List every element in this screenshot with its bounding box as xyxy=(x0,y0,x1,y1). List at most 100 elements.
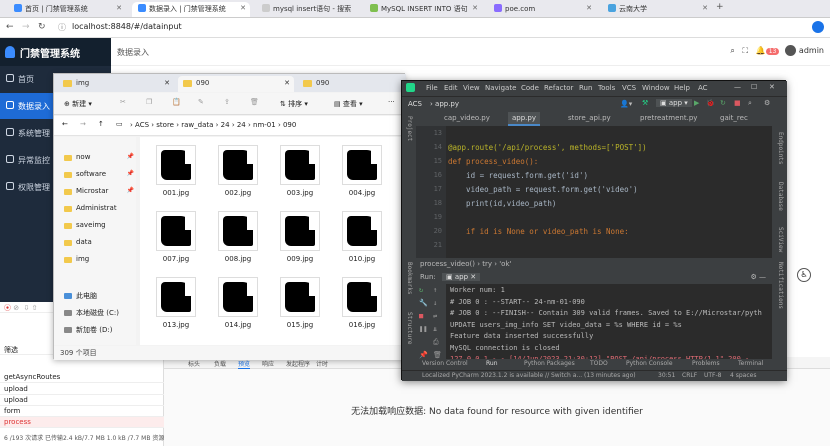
new-tab-button[interactable]: + xyxy=(716,2,724,12)
project-name[interactable]: ACS xyxy=(408,100,422,108)
browser-tab-home[interactable]: 首页 | 门禁管理系统 ✕ xyxy=(8,2,126,17)
forward-icon[interactable]: → xyxy=(80,120,86,128)
scroll-end-icon[interactable]: ⇊ xyxy=(433,325,437,333)
rerun-icon[interactable]: ↻ xyxy=(720,99,726,107)
close-icon[interactable]: ✕ xyxy=(769,83,775,91)
menu-file[interactable]: File xyxy=(426,84,438,92)
tab-initiator[interactable]: 发起程序 xyxy=(286,359,310,368)
run-tab-app[interactable]: ▣ app ✕ xyxy=(442,273,481,281)
table-row[interactable]: getAsyncRoutes xyxy=(0,372,164,383)
tree-item-saveimg[interactable]: saveimg xyxy=(60,219,136,235)
editor-tab-gait[interactable]: gait_rec xyxy=(716,112,752,126)
tab-preview[interactable]: 预览 xyxy=(238,359,251,369)
accessibility-icon[interactable]: ♿ xyxy=(797,268,811,282)
settings-icon[interactable]: ⚙ — xyxy=(750,273,766,281)
tree-item-drive-d[interactable]: 新加卷 (D:) xyxy=(60,323,136,339)
browser-tab-poe[interactable]: poe.com ✕ xyxy=(488,2,596,17)
file-thumbnail[interactable]: 013.jpg xyxy=(150,277,202,337)
stop-icon[interactable]: ■ xyxy=(419,312,423,320)
close-icon[interactable]: ✕ xyxy=(240,4,246,12)
new-button[interactable]: ⊕ 新建 ▾ xyxy=(64,99,92,109)
file-thumbnail[interactable]: 014.jpg xyxy=(212,277,264,337)
tool-run[interactable]: Run xyxy=(486,360,498,367)
search-icon[interactable]: ⌕ xyxy=(748,99,752,108)
search-icon[interactable]: ⌕ xyxy=(730,46,734,55)
profile-icon[interactable] xyxy=(812,21,824,33)
avatar[interactable] xyxy=(784,45,796,56)
explorer-tab-090-active[interactable]: 090 ✕ xyxy=(178,76,294,92)
tool-problems[interactable]: Problems xyxy=(692,360,720,367)
table-row[interactable]: form xyxy=(0,406,164,417)
tool-python-packages[interactable]: Python Packages xyxy=(524,360,575,367)
up-icon[interactable]: ↑ xyxy=(98,120,104,128)
file-thumbnail[interactable]: 015.jpg xyxy=(274,277,326,337)
run-config-select[interactable]: ▣ app ▾ xyxy=(656,99,692,107)
user-icon[interactable]: 👤▾ xyxy=(620,100,632,108)
copy-icon[interactable]: ❐ xyxy=(146,98,152,106)
file-thumbnail[interactable]: 002.jpg xyxy=(212,145,264,205)
pause-icon[interactable]: ❚❚ xyxy=(419,325,427,333)
wrench-icon[interactable]: 🔧 xyxy=(419,299,428,307)
tab-headers[interactable]: 标头 xyxy=(188,359,200,368)
minimize-icon[interactable]: — xyxy=(734,83,741,91)
editor-tab-cap-video[interactable]: cap_video.py xyxy=(440,112,494,126)
menu-run[interactable]: Run xyxy=(579,84,592,92)
tree-item-now[interactable]: now 📌 xyxy=(60,151,136,167)
tree-item-software[interactable]: software 📌 xyxy=(60,168,136,184)
tool-bookmarks[interactable]: Bookmarks xyxy=(406,262,413,295)
update-notification[interactable]: Localized PyCharm 2023.1.2 is available … xyxy=(422,372,636,379)
file-thumbnail[interactable]: 008.jpg xyxy=(212,211,264,271)
cursor-position[interactable]: 30:51 xyxy=(658,372,675,379)
file-thumbnail[interactable]: 003.jpg xyxy=(274,145,326,205)
table-row[interactable]: upload xyxy=(0,384,164,395)
tab-response[interactable]: 响应 xyxy=(262,359,274,368)
run-console[interactable]: Worker num: 1 # JOB 0 : --START-- 24-nm-0… xyxy=(448,284,772,366)
menu-vcs[interactable]: VCS xyxy=(622,84,636,92)
tool-sciview[interactable]: SciView xyxy=(777,227,784,252)
bell-icon[interactable]: 🔔 xyxy=(756,46,766,55)
tool-version-control[interactable]: Version Control xyxy=(422,360,468,367)
menu-view[interactable]: View xyxy=(463,84,480,92)
more-icon[interactable]: ··· xyxy=(388,98,395,106)
url-field[interactable]: localhost:8848/#/datainput xyxy=(72,22,182,31)
menu-code[interactable]: Code xyxy=(521,84,539,92)
browser-tab-search[interactable]: mysql insert语句 - 搜索 xyxy=(256,2,360,17)
tool-notifications[interactable]: Notifications xyxy=(777,262,784,309)
forward-icon[interactable]: → xyxy=(22,22,30,32)
menu-help[interactable]: Help xyxy=(674,84,690,92)
reload-icon[interactable]: ↻ xyxy=(38,22,46,32)
cut-icon[interactable]: ✂ xyxy=(120,98,126,106)
stop-icon[interactable]: ■ xyxy=(734,99,741,107)
print-icon[interactable]: ⎙ xyxy=(433,338,439,347)
tab-payload[interactable]: 负载 xyxy=(214,359,226,368)
file-encoding[interactable]: UTF-8 xyxy=(704,372,722,379)
up-icon[interactable]: ↑ xyxy=(433,286,437,294)
file-thumbnail[interactable]: 001.jpg xyxy=(150,145,202,205)
username[interactable]: admin xyxy=(799,46,824,55)
menu-tools[interactable]: Tools xyxy=(598,84,615,92)
tree-item-img[interactable]: img xyxy=(60,253,136,269)
close-icon[interactable]: ✕ xyxy=(116,4,122,12)
browser-tab-yunnan[interactable]: 云南大学 ✕ xyxy=(602,2,712,17)
settings-icon[interactable]: ⚙ xyxy=(764,99,770,107)
editor-tab-pretreatment[interactable]: pretreatment.py xyxy=(636,112,701,126)
browser-tab-mysql[interactable]: MySQL INSERT INTO 语句 ✕ xyxy=(364,2,482,17)
file-thumbnail[interactable]: 016.jpg xyxy=(336,277,388,337)
table-row-selected[interactable]: process xyxy=(0,417,164,428)
rename-icon[interactable]: ✎ xyxy=(198,98,204,106)
tree-item-this-pc[interactable]: 此电脑 xyxy=(60,289,136,305)
tool-endpoints[interactable]: Endpoints xyxy=(777,132,784,165)
rerun-icon[interactable]: ↻ xyxy=(419,286,423,294)
build-icon[interactable]: ⚒ xyxy=(642,99,648,107)
close-icon[interactable]: ✕ xyxy=(164,79,170,87)
record-icon[interactable]: ⦿ xyxy=(4,304,11,312)
maximize-icon[interactable]: ☐ xyxy=(751,83,757,91)
file-thumbnail[interactable]: 009.jpg xyxy=(274,211,326,271)
share-icon[interactable]: ⇪ xyxy=(224,98,230,106)
tool-python-console[interactable]: Python Console xyxy=(626,360,673,367)
tool-terminal[interactable]: Terminal xyxy=(738,360,763,367)
code-editor[interactable]: @app.route('/api/process', methods=['POS… xyxy=(448,126,772,258)
file-thumbnail[interactable]: 007.jpg xyxy=(150,211,202,271)
down-icon[interactable]: ↓ xyxy=(433,299,437,307)
close-icon[interactable]: ✕ xyxy=(702,4,708,12)
